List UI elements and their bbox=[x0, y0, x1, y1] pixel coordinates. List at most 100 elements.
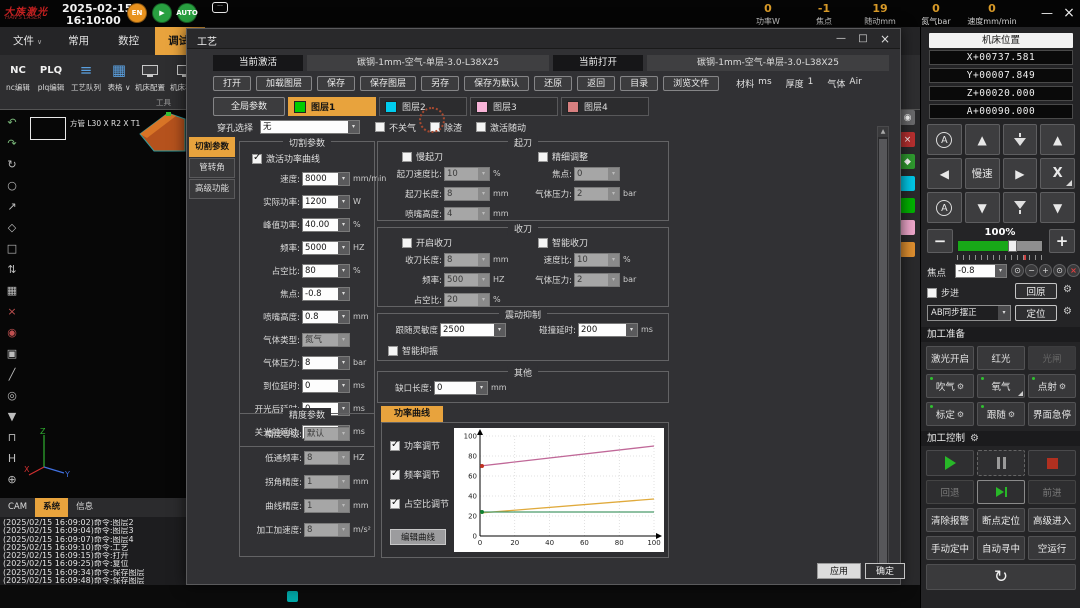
control-button[interactable]: 清除报警 bbox=[926, 508, 974, 532]
speed-slider[interactable] bbox=[957, 240, 1043, 252]
param-input[interactable]: 80 ▾ bbox=[302, 264, 350, 278]
rotate-a-ccw-button[interactable]: A bbox=[927, 192, 962, 223]
dropdown-arrow-icon[interactable]: ▾ bbox=[476, 382, 487, 394]
dropdown-arrow-icon[interactable]: ▾ bbox=[348, 121, 359, 133]
param-input[interactable]: 2500▾ bbox=[440, 323, 506, 337]
param-input[interactable]: 默认▾ bbox=[304, 427, 350, 441]
apply-button[interactable]: 应用 bbox=[817, 563, 861, 579]
gear-icon[interactable]: ⚙ bbox=[1063, 306, 1072, 317]
dropdown-arrow-icon[interactable]: ▾ bbox=[338, 173, 349, 185]
nozzle-up-button[interactable] bbox=[1003, 124, 1038, 155]
focus-set-button[interactable]: ⊙ bbox=[1053, 264, 1066, 277]
dialog-toolbar-button[interactable]: 还原 bbox=[534, 76, 572, 91]
dropdown-arrow-icon[interactable]: ▾ bbox=[478, 254, 489, 266]
param-input[interactable]: 0▾ bbox=[434, 381, 488, 395]
dropdown-arrow-icon[interactable]: ▾ bbox=[998, 306, 1010, 320]
checkbox[interactable] bbox=[390, 499, 400, 509]
pointer-icon[interactable]: ⊕ bbox=[0, 469, 24, 490]
focus-clear-button[interactable]: × bbox=[1067, 264, 1080, 277]
dropdown-arrow-icon[interactable]: ▾ bbox=[608, 168, 619, 180]
y-down-button[interactable]: ▼ bbox=[1040, 192, 1075, 223]
layer-tab-4[interactable]: 图层4 bbox=[561, 97, 649, 116]
dropdown-arrow-icon[interactable]: ▾ bbox=[338, 524, 349, 536]
checkbox[interactable] bbox=[538, 152, 548, 162]
target-icon[interactable]: ◎ bbox=[0, 385, 24, 406]
redo-icon[interactable]: ↷ bbox=[0, 133, 24, 154]
z-up-button[interactable]: ▲ bbox=[965, 124, 1000, 155]
window-close-button[interactable]: × bbox=[1060, 4, 1078, 22]
tab-info[interactable]: 信息 bbox=[68, 498, 101, 517]
layer-tab-1[interactable]: 图层1 bbox=[288, 97, 376, 116]
param-input[interactable]: 8000 ▾ bbox=[302, 172, 350, 186]
dialog-toolbar-button[interactable]: 保存为默认 bbox=[464, 76, 529, 91]
slow-start-checkbox[interactable]: 慢起刀 bbox=[402, 150, 443, 163]
control-button[interactable]: 自动寻中 bbox=[977, 536, 1025, 560]
reset-refresh-button[interactable]: ↻ bbox=[926, 564, 1076, 590]
dropdown-arrow-icon[interactable]: ▾ bbox=[338, 428, 349, 440]
swatch-pink[interactable] bbox=[900, 220, 915, 235]
x-plus-button[interactable]: ▶ bbox=[1003, 158, 1038, 189]
follow-button[interactable]: 跟随 ⚙ bbox=[977, 402, 1025, 426]
dropdown-arrow-icon[interactable]: ▾ bbox=[338, 219, 349, 231]
focus-plus-button[interactable]: + bbox=[1039, 264, 1052, 277]
calibrate-button[interactable]: 标定 ⚙ bbox=[926, 402, 974, 426]
swatch-green[interactable] bbox=[900, 198, 915, 213]
param-input[interactable]: 10▾ bbox=[444, 167, 490, 181]
shutter-button[interactable]: 光闸 ⚙ bbox=[1028, 346, 1076, 370]
run-badge[interactable]: ▶ bbox=[152, 3, 172, 23]
locate-button[interactable]: 定位 bbox=[1015, 305, 1057, 321]
param-input[interactable]: 8▾ bbox=[304, 523, 350, 537]
laser-on-button[interactable]: 激光开启 ⚙ bbox=[926, 346, 974, 370]
control-button[interactable]: 断点定位 bbox=[977, 508, 1025, 532]
x-axis-select-button[interactable]: X bbox=[1040, 158, 1075, 189]
dialog-toolbar-button[interactable]: 加载图层 bbox=[256, 76, 312, 91]
stop-button[interactable] bbox=[1028, 450, 1076, 476]
red-light-button[interactable]: 红光 ⚙ bbox=[977, 346, 1025, 370]
param-input[interactable]: 5000 ▾ bbox=[302, 241, 350, 255]
x-minus-button[interactable]: ◀ bbox=[927, 158, 962, 189]
focus-preset-button[interactable]: ⊙ bbox=[1011, 264, 1024, 277]
language-badge[interactable]: EN bbox=[127, 3, 147, 23]
rotate-a-cw-button[interactable]: A bbox=[927, 124, 962, 155]
line-edit-icon[interactable]: ╱ bbox=[0, 364, 24, 385]
focus-input[interactable]: -0.8 ▾ bbox=[955, 264, 1007, 278]
tab-tube-corner[interactable]: 管转角 bbox=[189, 158, 235, 178]
checkbox[interactable] bbox=[375, 122, 385, 132]
dropdown-arrow-icon[interactable]: ▾ bbox=[608, 254, 619, 266]
window-minimize-button[interactable]: — bbox=[1038, 4, 1056, 22]
bracket-shape-icon[interactable]: ⊓ bbox=[0, 427, 24, 448]
dropdown-arrow-icon[interactable]: ▾ bbox=[338, 265, 349, 277]
gear-icon[interactable]: ⚙ bbox=[1063, 284, 1072, 295]
param-input[interactable]: 1▾ bbox=[304, 475, 350, 489]
param-input[interactable]: 8▾ bbox=[444, 253, 490, 267]
param-input[interactable]: 0▾ bbox=[574, 167, 620, 181]
scrollbar-thumb[interactable] bbox=[879, 139, 887, 563]
tab-system[interactable]: 系统 bbox=[35, 498, 68, 517]
active-profile-file[interactable]: 碳钢-1mm-空气-单层-3.0-L38X25 bbox=[307, 55, 549, 71]
speed-plus-button[interactable]: + bbox=[1049, 229, 1075, 253]
slow-speed-button[interactable]: 慢速 bbox=[965, 158, 1000, 189]
dropdown-arrow-icon[interactable]: ▾ bbox=[478, 168, 489, 180]
focus-minus-button[interactable]: − bbox=[1025, 264, 1038, 277]
grid-icon[interactable]: ▦ bbox=[0, 280, 24, 301]
pierce-option-checkbox[interactable]: 不关气 bbox=[375, 121, 416, 134]
param-input[interactable]: -0.8 ▾ bbox=[302, 287, 350, 301]
power-curve-checkbox[interactable]: 激活功率曲线 bbox=[252, 152, 374, 165]
pierce-option-checkbox[interactable]: 激活随动 bbox=[476, 121, 526, 134]
dialog-scrollbar[interactable]: ▲ ▼ bbox=[877, 126, 889, 578]
dropdown-arrow-icon[interactable]: ▾ bbox=[338, 242, 349, 254]
param-input[interactable]: 1▾ bbox=[304, 499, 350, 513]
rect-select-icon[interactable]: □ bbox=[0, 238, 24, 259]
param-input[interactable]: 8▾ bbox=[444, 187, 490, 201]
dropdown-arrow-icon[interactable]: ▾ bbox=[478, 294, 489, 306]
param-input[interactable]: 8▾ bbox=[304, 451, 350, 465]
close-red-icon[interactable]: × bbox=[900, 132, 915, 147]
curve-adjust-checkbox[interactable]: 频率调节 bbox=[390, 468, 449, 481]
checkbox[interactable] bbox=[390, 441, 400, 451]
dialog-toolbar-button[interactable]: 浏览文件 bbox=[663, 76, 719, 91]
dialog-toolbar-button[interactable]: 保存 bbox=[317, 76, 355, 91]
power-curve-tab[interactable]: 功率曲线 bbox=[381, 406, 443, 422]
ab-mode-dropdown[interactable]: AB同步摆正 ▾ bbox=[927, 305, 1011, 321]
power-curve-chart[interactable]: 020406080100020406080100 bbox=[454, 428, 664, 552]
dialog-toolbar-button[interactable]: 返回 bbox=[577, 76, 615, 91]
